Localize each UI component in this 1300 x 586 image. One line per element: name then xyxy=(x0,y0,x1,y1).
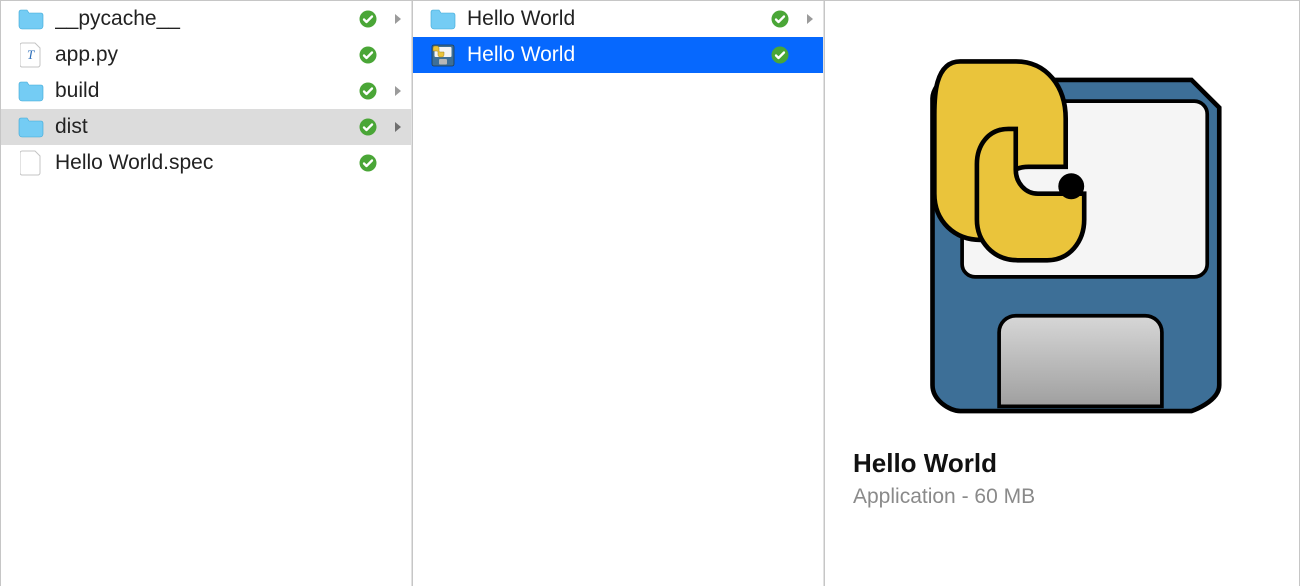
file-row-hello-world-app[interactable]: Hello World xyxy=(413,37,823,73)
chevron-right-icon xyxy=(389,13,407,25)
file-row-app-py[interactable]: T app.py xyxy=(1,37,411,73)
chevron-right-icon xyxy=(389,121,407,133)
folder-icon xyxy=(17,113,45,141)
folder-icon xyxy=(17,5,45,33)
status-ok-icon xyxy=(357,8,379,30)
python-file-icon: T xyxy=(17,41,45,69)
folder-icon xyxy=(17,77,45,105)
status-ok-icon xyxy=(357,44,379,66)
preview-subtitle: Application - 60 MB xyxy=(853,485,1271,509)
status-ok-icon xyxy=(769,44,791,66)
file-label: app.py xyxy=(55,43,347,67)
app-preview-icon xyxy=(877,29,1247,418)
file-row-hello-world-folder[interactable]: Hello World xyxy=(413,1,823,37)
file-row-dist[interactable]: dist xyxy=(1,109,411,145)
file-label: Hello World.spec xyxy=(55,151,347,175)
file-row-hello-world-spec[interactable]: Hello World.spec xyxy=(1,145,411,181)
file-row-build[interactable]: build xyxy=(1,73,411,109)
file-label: dist xyxy=(55,115,347,139)
file-label: Hello World xyxy=(467,43,759,67)
chevron-right-icon xyxy=(389,85,407,97)
folder-icon xyxy=(429,5,457,33)
chevron-right-icon xyxy=(801,13,819,25)
file-label: build xyxy=(55,79,347,103)
status-ok-icon xyxy=(769,8,791,30)
app-icon xyxy=(429,41,457,69)
file-label: Hello World xyxy=(467,7,759,31)
finder-preview-pane: Hello World Application - 60 MB xyxy=(824,1,1300,586)
status-ok-icon xyxy=(357,152,379,174)
status-ok-icon xyxy=(357,80,379,102)
file-row-pycache[interactable]: __pycache__ xyxy=(1,1,411,37)
status-ok-icon xyxy=(357,116,379,138)
finder-column-1[interactable]: __pycache__ T app.py build xyxy=(0,1,412,586)
finder-column-view: __pycache__ T app.py build xyxy=(0,0,1300,586)
file-icon xyxy=(17,149,45,177)
preview-title: Hello World xyxy=(853,448,1271,479)
svg-text:T: T xyxy=(27,47,35,62)
finder-column-2[interactable]: Hello World Hello World xyxy=(412,1,824,586)
file-label: __pycache__ xyxy=(55,7,347,31)
